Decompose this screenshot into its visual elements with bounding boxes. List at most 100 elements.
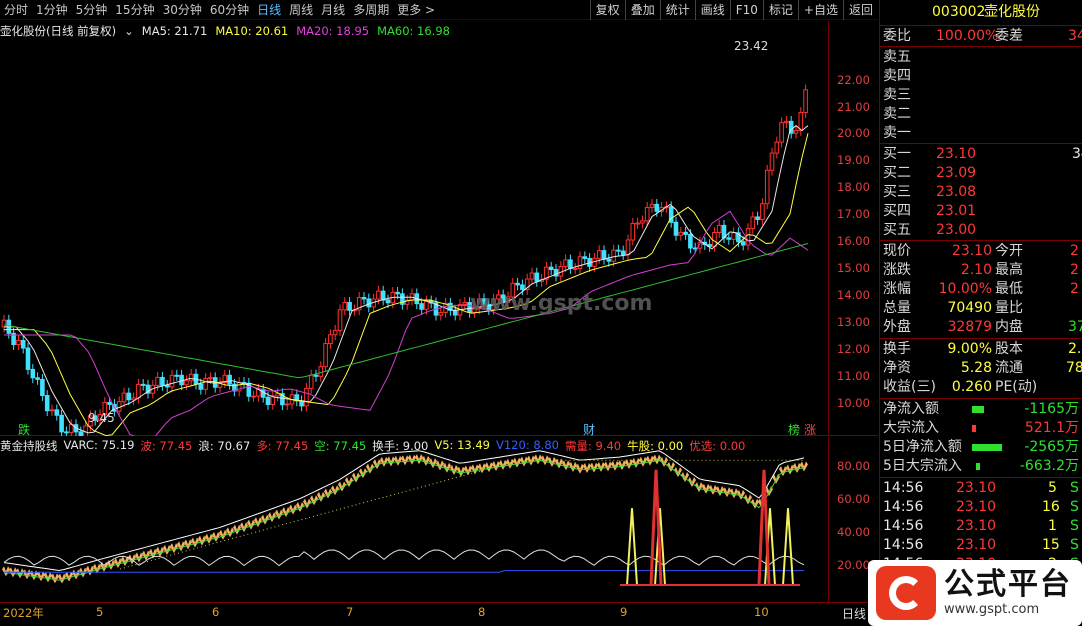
quote-label: 现价 [883,243,911,259]
tick-price: 23.10 [956,518,997,534]
weibi-value: 100.00% [936,28,999,44]
tick-time: 14:56 [883,518,924,534]
add-watchlist-button[interactable]: +自选 [797,0,843,20]
indicator-marker [716,486,724,496]
flow-label: 大宗流入 [883,420,939,436]
candle-body [611,249,616,262]
candle-body [774,141,780,154]
high-price-label: 23.42 [734,39,769,53]
back-button[interactable]: 返回 [842,0,878,20]
quote-row: 涨跌 2.10 最高 2 [880,261,1082,280]
indicator-marker [569,461,577,472]
stock-header: 003002 壶化股份 [880,3,1082,23]
quote-value: 10.00% [938,281,992,297]
overlay-button[interactable]: 叠加 [624,0,660,20]
candle-body [174,374,180,377]
indicator-marker [471,464,479,475]
candle-body [616,249,621,252]
gspt-logo: 公式平台 www.gspt.com [868,560,1082,626]
period-30min[interactable]: 30分钟 [159,0,206,20]
tick-volume: 1 [1048,518,1057,534]
price-tick: 10.00 [837,396,870,410]
candle-body [198,383,204,390]
buy-row[interactable]: 买一 23.10 34 [880,145,1082,164]
quote-value: 2 [1070,281,1079,297]
candle-body [596,250,602,259]
flow-bar [972,406,984,413]
mark-button[interactable]: 标记 [762,0,798,20]
price-tick: 17.00 [837,207,870,221]
candle-body [251,395,256,398]
quote-value: 2 [1070,243,1079,259]
price-tick: 15.00 [837,261,870,275]
buy-row[interactable]: 买四 23.01 [880,202,1082,221]
quote-label: 最高 [995,262,1023,278]
candle-body [716,224,722,233]
restore-rights-button[interactable]: 复权 [589,0,625,20]
candle-body [764,169,770,205]
price-tick: 21.00 [837,100,870,114]
price-tick: 19.00 [837,153,870,167]
candle-body [68,424,74,434]
quote-row: 涨幅 10.00% 最低 2 [880,280,1082,299]
fin-value: 0.260 [951,379,992,395]
buy-label: 买五 [883,222,911,238]
candle-body [803,89,808,114]
indicator-marker [618,460,626,471]
price-tick: 18.00 [837,180,870,194]
period-60min[interactable]: 60分钟 [206,0,253,20]
stats-button[interactable]: 统计 [659,0,695,20]
sell-row[interactable]: 卖一 [880,124,1082,143]
indicator-chart[interactable]: 黄金持股线 VARC: 75.19 波: 77.45 浪: 70.67 多: 7… [0,437,878,602]
buy-label: 买二 [883,165,911,181]
period-5min[interactable]: 5分钟 [72,0,112,20]
indicator-marker [576,463,584,474]
buy-row[interactable]: 买三 23.08 [880,183,1082,202]
candle-body [164,384,170,388]
period-multi[interactable]: 多周期 [349,0,393,20]
period-label[interactable]: 日线 [842,605,866,622]
flow-row: 净流入额 -1165万 [880,400,1082,419]
buy-price: 23.01 [936,203,977,219]
buy-row[interactable]: 买二 23.09 [880,164,1082,183]
buy-price: 23.09 [936,165,977,181]
logo-text: 公式平台 [944,567,1072,602]
candle-body [284,403,290,406]
sell-row[interactable]: 卖二 [880,105,1082,124]
buy-label: 买四 [883,203,911,219]
indicator-marker [16,568,24,579]
sell-row[interactable]: 卖三 [880,86,1082,105]
period-15min[interactable]: 15分钟 [111,0,158,20]
buy-row[interactable]: 买五 23.00 [880,221,1082,240]
candle-body [308,374,314,389]
flow-value: -2565万 [1024,439,1079,455]
period-weekly[interactable]: 周线 [285,0,317,20]
sell2-label: 卖二 [883,106,911,122]
indicator-tick: 60.00 [837,492,870,506]
period-fenshi[interactable]: 分时 [0,0,32,20]
period-monthly[interactable]: 月线 [317,0,349,20]
quote-label: 量比 [995,300,1023,316]
candle-body [760,203,765,220]
period-1min[interactable]: 1分钟 [32,0,72,20]
fin-value: 9.00% [947,341,992,357]
marker-die: 跌 [18,423,31,437]
indicator-marker [597,461,605,472]
indicator-marker [800,461,808,472]
candle-body [582,256,588,259]
price-chart[interactable]: 壶化股份(日线 前复权) ⌄ MA5: 21.71 MA10: 20.61 MA… [0,21,878,437]
sell-row[interactable]: 卖五 [880,48,1082,67]
sell-row[interactable]: 卖四 [880,67,1082,86]
tick-volume: 15 [1042,537,1060,553]
date-tick: 10 [754,605,769,619]
period-daily[interactable]: 日线 [253,0,285,20]
indicator-marker [632,457,640,468]
price-tick: 13.00 [837,315,870,329]
f10-button[interactable]: F10 [729,0,763,20]
candle-body [208,377,213,380]
period-more[interactable]: 更多 > [393,0,439,20]
candle-body [548,266,554,271]
sell3-label: 卖三 [883,87,911,103]
draw-line-button[interactable]: 画线 [694,0,730,20]
candle-body [606,258,612,262]
